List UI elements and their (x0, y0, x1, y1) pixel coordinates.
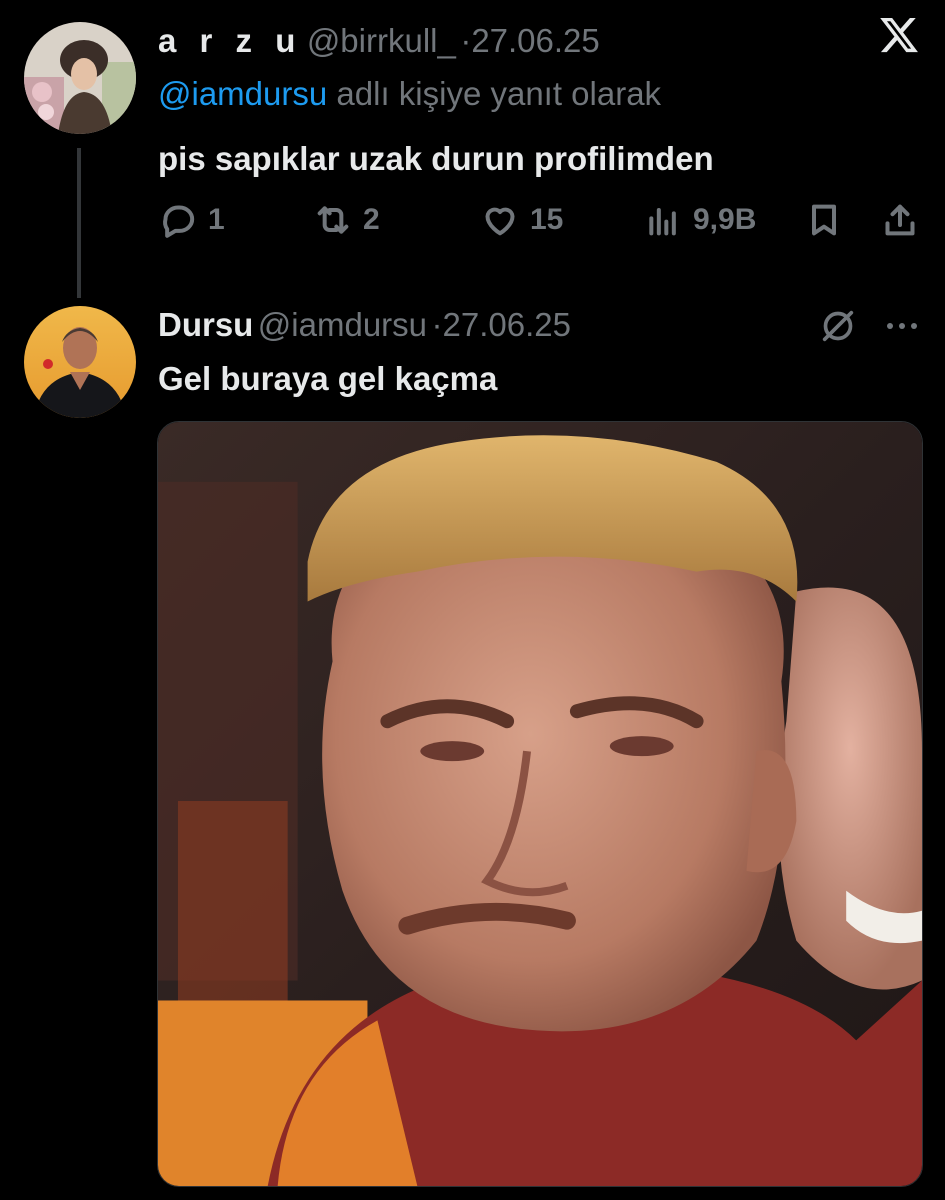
repost-icon (317, 206, 349, 234)
parent-tweet-header: a r z u @birrkull_ ·27.06.25 (158, 22, 600, 60)
like-count: 15 (530, 203, 564, 236)
share-button[interactable] (880, 200, 920, 240)
grok-icon[interactable] (818, 306, 858, 346)
like-button[interactable]: 15 (480, 200, 563, 240)
avatar-dursu[interactable] (24, 306, 136, 418)
tweet-photo[interactable] (157, 421, 923, 1187)
share-icon (885, 204, 915, 236)
heart-icon (485, 207, 515, 236)
user-handle[interactable]: @iamdursu (258, 306, 427, 343)
more-options-icon[interactable] (882, 318, 922, 334)
reply-icon (163, 205, 195, 238)
display-name[interactable]: Dursu (158, 306, 253, 343)
separator-dot: · (431, 306, 443, 343)
bookmark-button[interactable] (804, 200, 844, 240)
bookmark-icon (812, 204, 836, 236)
reply-suffix-text: adlı kişiye yanıt olarak (327, 75, 662, 112)
repost-button[interactable]: 2 (313, 200, 380, 240)
reply-mention-link[interactable]: @iamdursu (158, 75, 327, 112)
display-name[interactable]: a r z u (158, 22, 302, 59)
x-logo-icon[interactable] (878, 14, 920, 56)
tweet-action-bar: 1 2 15 9,9B (158, 200, 920, 244)
parent-tweet-text: pis sapıklar uzak durun profilimden (158, 140, 714, 177)
avatar-arzu[interactable] (24, 22, 136, 134)
views-count: 9,9B (693, 203, 757, 236)
tweet-date[interactable]: 27.06.25 (442, 306, 570, 343)
thread-connector-line (77, 148, 81, 298)
views-button[interactable]: 9,9B (643, 200, 756, 240)
reply-tweet-header: Dursu @iamdursu ·27.06.25 (158, 306, 571, 344)
separator-dot: · (460, 22, 472, 59)
tweet-date[interactable]: 27.06.25 (471, 22, 599, 59)
user-handle[interactable]: @birrkull_ (307, 22, 456, 59)
repost-count: 2 (363, 203, 380, 236)
analytics-icon (649, 208, 676, 236)
replying-to-line: @iamdursu adlı kişiye yanıt olarak (158, 75, 661, 113)
reply-tweet-text: Gel buraya gel kaçma (158, 360, 498, 397)
reply-button[interactable]: 1 (158, 200, 225, 240)
reply-count: 1 (208, 203, 225, 236)
